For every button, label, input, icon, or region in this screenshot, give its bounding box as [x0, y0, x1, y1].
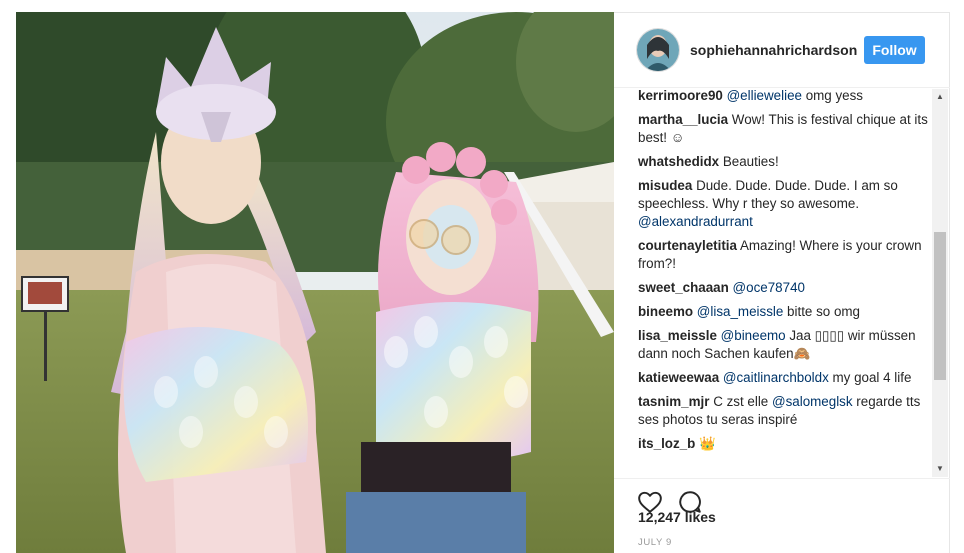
comment-item: sweet_chaaan @oce78740 — [638, 279, 928, 297]
comment-item: misudea Dude. Dude. Dude. Dude. I am so … — [638, 177, 928, 231]
comment-username[interactable]: misudea — [638, 178, 692, 193]
comment-text: Beauties! — [722, 154, 779, 169]
comment-mention-link[interactable]: @bineemo — [721, 328, 786, 343]
comment-username[interactable]: martha__lucia — [638, 112, 728, 127]
action-bar — [614, 478, 950, 513]
comment-item: tasnim_mjr C zst elle @salomeglsk regard… — [638, 393, 928, 429]
scroll-up-arrow-icon[interactable]: ▲ — [932, 89, 948, 105]
comment-text: C zst elle — [713, 394, 772, 409]
likes-count[interactable]: 12,247 likes — [638, 509, 716, 525]
avatar-image — [637, 29, 679, 71]
post-header: sophiehannahrichardson Follow — [614, 12, 950, 88]
scroll-down-arrow-icon[interactable]: ▼ — [932, 461, 948, 477]
comment-username[interactable]: bineemo — [638, 304, 693, 319]
avatar[interactable] — [637, 29, 679, 71]
comments-list: kerrimoore90 @ellieweliee omg yess martha… — [638, 88, 928, 453]
comment-item: courtenayletitia Amazing! Where is your … — [638, 237, 928, 273]
post-sidebar: sophiehannahrichardson Follow kerrimoore… — [614, 12, 950, 553]
post-photo[interactable] — [16, 12, 614, 553]
comment-text: bitte so omg — [783, 304, 860, 319]
comment-item: martha__lucia Wow! This is festival chiq… — [638, 111, 928, 147]
comment-item: kerrimoore90 @ellieweliee omg yess — [638, 88, 928, 105]
comment-username[interactable]: lisa_meissle — [638, 328, 717, 343]
post-date: JULY 9 — [638, 537, 672, 548]
comment-username[interactable]: tasnim_mjr — [638, 394, 709, 409]
follow-button[interactable]: Follow — [864, 36, 925, 64]
comment-item: its_loz_b 👑 — [638, 435, 928, 453]
comment-text: 👑 — [699, 436, 716, 451]
comment-text: omg yess — [801, 88, 863, 103]
festival-photo-illustration — [16, 12, 614, 553]
comment-username[interactable]: its_loz_b — [638, 436, 695, 451]
scroll-thumb[interactable] — [934, 232, 946, 380]
comment-username[interactable]: courtenayletitia — [638, 238, 737, 253]
comment-mention-link[interactable]: @alexandradurrant — [638, 214, 753, 229]
post-username[interactable]: sophiehannahrichardson — [690, 42, 857, 58]
comment-item: bineemo @lisa_meissle bitte so omg — [638, 303, 928, 321]
comments-section[interactable]: kerrimoore90 @ellieweliee omg yess martha… — [638, 88, 928, 478]
comment-username[interactable]: kerrimoore90 — [638, 88, 723, 103]
comment-mention-link[interactable]: @oce78740 — [733, 280, 805, 295]
comment-mention-link[interactable]: @salomeglsk — [772, 394, 853, 409]
comment-mention-link[interactable]: @lisa_meissle — [697, 304, 784, 319]
comment-item: whatshedidx Beauties! — [638, 153, 928, 171]
comment-username[interactable]: whatshedidx — [638, 154, 719, 169]
comment-item: katieweewaa @caitlinarchboldx my goal 4 … — [638, 369, 928, 387]
comment-item: lisa_meissle @bineemo Jaa ▯▯▯▯ wir müsse… — [638, 327, 928, 363]
comment-mention-link[interactable]: @ellieweliee — [727, 88, 802, 103]
comment-username[interactable]: sweet_chaaan — [638, 280, 729, 295]
comment-text: my goal 4 life — [828, 370, 912, 385]
comment-username[interactable]: katieweewaa — [638, 370, 719, 385]
comments-scrollbar[interactable]: ▲ ▼ — [932, 89, 948, 477]
comment-mention-link[interactable]: @caitlinarchboldx — [723, 370, 829, 385]
